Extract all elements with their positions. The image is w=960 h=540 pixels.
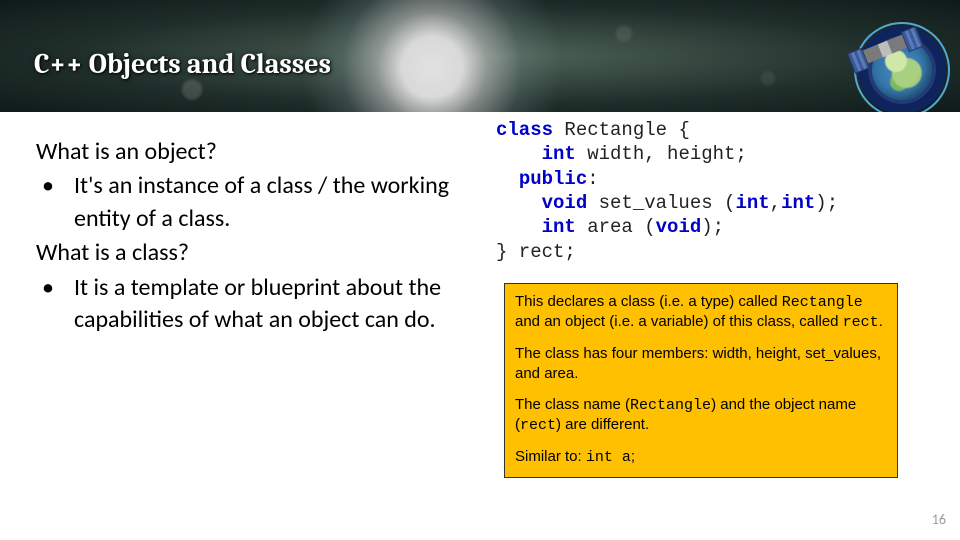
keyword-int: int	[781, 192, 815, 214]
page-number: 16	[932, 511, 946, 528]
header-band: C++ Objects and Classes	[0, 0, 960, 112]
callout-paragraph-3: The class name (Rectangle) and the objec…	[515, 395, 887, 435]
callout-code-rect: rect	[843, 314, 879, 331]
code-members: width, height;	[576, 143, 747, 165]
keyword-void: void	[542, 192, 588, 214]
callout-text: .	[879, 313, 883, 330]
question-class: What is a class?	[36, 237, 456, 269]
callout-paragraph-4: Similar to: int a;	[515, 447, 887, 467]
callout-code-inta: int a	[586, 449, 631, 466]
slide-title: C++ Objects and Classes	[34, 48, 331, 80]
bullet-class-text: It is a template or blueprint about the …	[74, 272, 456, 337]
jcsda-logo	[854, 22, 950, 112]
keyword-void: void	[656, 216, 702, 238]
callout-code-rectangle: Rectangle	[630, 397, 711, 414]
code-close-paren: );	[701, 216, 724, 238]
bullet-object-text: It's an instance of a class / the workin…	[74, 170, 456, 235]
code-comma: ,	[770, 192, 781, 214]
keyword-class: class	[496, 119, 553, 141]
code-close-brace: } rect;	[496, 241, 576, 263]
callout-text: and an object (i.e. a variable) of this …	[515, 313, 843, 330]
code-area: area (	[576, 216, 656, 238]
bullet-dot-icon: •	[36, 170, 74, 235]
callout-text: The class name (	[515, 396, 630, 413]
bullet-class: • It is a template or blueprint about th…	[36, 272, 456, 337]
keyword-int: int	[735, 192, 769, 214]
callout-code-rectangle: Rectangle	[782, 294, 863, 311]
callout-text: Similar to:	[515, 448, 586, 465]
body-text: What is an object? • It's an instance of…	[36, 136, 456, 338]
keyword-int: int	[542, 143, 576, 165]
callout-text: This declares a class (i.e. a type) call…	[515, 293, 782, 310]
code-setvalues: set_values (	[587, 192, 735, 214]
callout-paragraph-2: The class has four members: width, heigh…	[515, 344, 887, 382]
bullet-object: • It's an instance of a class / the work…	[36, 170, 456, 235]
callout-text: ;	[631, 448, 635, 465]
code-close-paren: );	[815, 192, 838, 214]
callout-text: ) are different.	[556, 416, 649, 433]
code-snippet: class Rectangle { int width, height; pub…	[496, 118, 838, 264]
callout-paragraph-1: This declares a class (i.e. a type) call…	[515, 292, 887, 332]
explanation-callout: This declares a class (i.e. a type) call…	[504, 283, 898, 478]
bullet-dot-icon: •	[36, 272, 74, 337]
keyword-public: public	[519, 168, 587, 190]
keyword-int: int	[542, 216, 576, 238]
code-colon: :	[587, 168, 598, 190]
code-open-brace: {	[667, 119, 690, 141]
code-classname: Rectangle	[564, 119, 667, 141]
callout-code-rect: rect	[520, 417, 556, 434]
question-object: What is an object?	[36, 136, 456, 168]
